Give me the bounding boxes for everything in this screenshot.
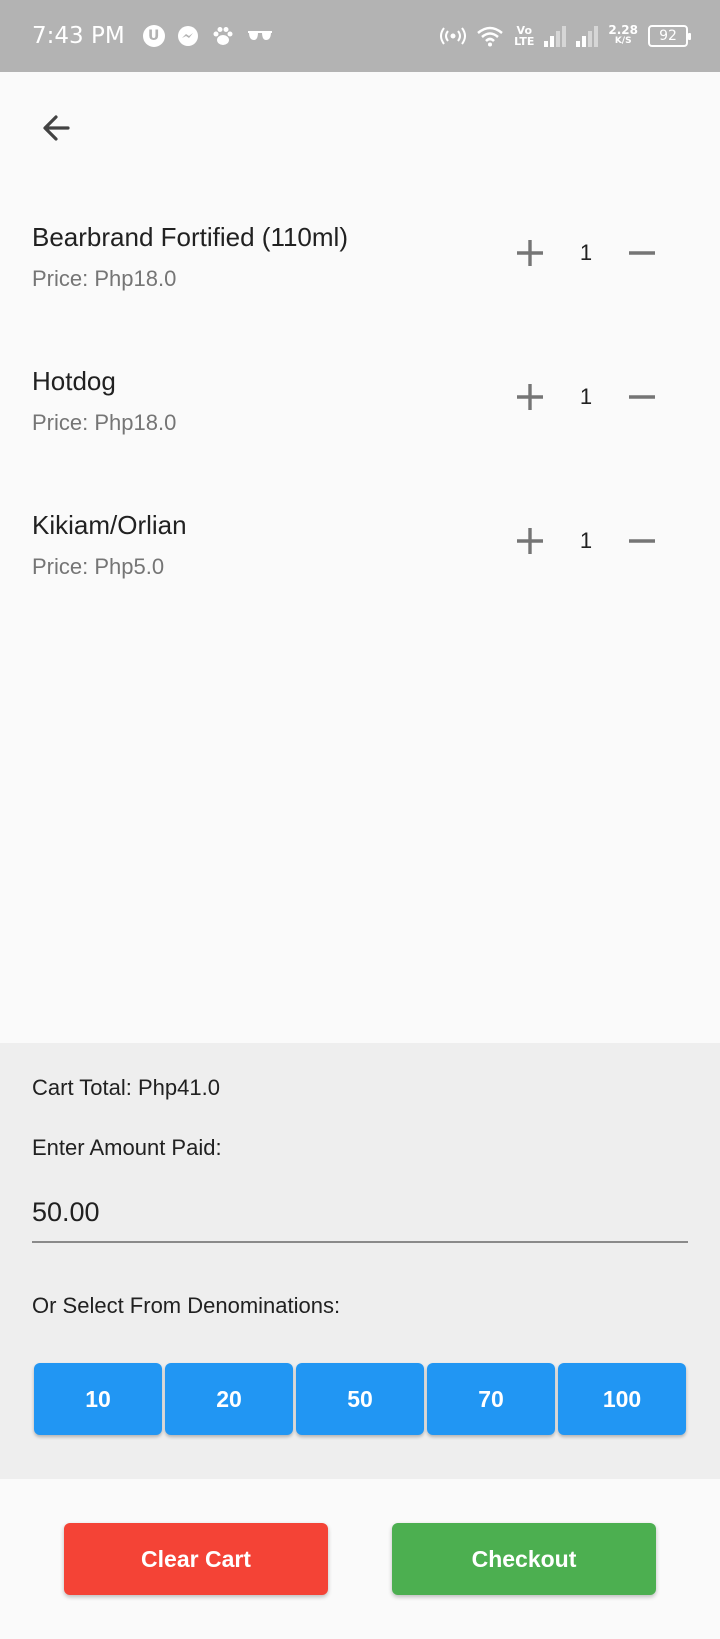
- item-price: Price: Php18.0: [32, 266, 177, 291]
- denomination-button[interactable]: 100: [558, 1363, 686, 1435]
- back-button[interactable]: [32, 104, 80, 152]
- cart-list: Bearbrand Fortified (110ml) Price: Php18…: [0, 210, 720, 642]
- signal-1-icon: [544, 25, 567, 47]
- decrease-quantity-button[interactable]: [624, 523, 660, 559]
- u-circle-icon: U: [142, 25, 165, 47]
- messenger-icon: [177, 25, 199, 47]
- quantity-value: 1: [579, 240, 593, 265]
- clear-cart-button[interactable]: Clear Cart: [64, 1523, 328, 1595]
- arrow-left-icon: [43, 115, 70, 141]
- decrease-quantity-button[interactable]: [624, 235, 660, 271]
- item-price: Price: Php18.0: [32, 410, 177, 435]
- volte-indicator: Vo LTE: [514, 25, 534, 47]
- checkout-button[interactable]: Checkout: [392, 1523, 656, 1595]
- battery-level: 92: [659, 28, 677, 44]
- denomination-button[interactable]: 70: [427, 1363, 555, 1435]
- minus-icon: [629, 251, 655, 255]
- item-price: Price: Php5.0: [32, 554, 165, 579]
- sunglasses-icon: [247, 29, 273, 43]
- payment-panel: Cart Total: Php41.0 Enter Amount Paid: O…: [0, 1043, 720, 1479]
- battery-icon: 92: [648, 25, 691, 47]
- item-name: Kikiam/Orlian: [32, 510, 187, 540]
- status-left: 7:43 PM U: [32, 23, 273, 49]
- quantity-stepper: 1: [512, 516, 660, 566]
- denomination-button[interactable]: 20: [165, 1363, 293, 1435]
- minus-icon: [629, 395, 655, 399]
- denominations-label: Or Select From Denominations:: [32, 1293, 341, 1318]
- item-name: Hotdog: [32, 366, 116, 396]
- increase-quantity-button[interactable]: [512, 379, 548, 415]
- quantity-value: 1: [579, 384, 593, 409]
- denominations-row: 10 20 50 70 100: [34, 1363, 686, 1435]
- wifi-icon: [476, 25, 504, 47]
- signal-2-icon: [576, 25, 599, 47]
- status-right: Vo LTE 2.28 K/S 92: [440, 23, 691, 47]
- quantity-value: 1: [579, 528, 593, 553]
- cart-item: Kikiam/Orlian Price: Php5.0 1: [0, 498, 720, 642]
- plus-icon: [517, 528, 543, 554]
- hotspot-icon: [440, 26, 467, 46]
- item-name: Bearbrand Fortified (110ml): [32, 222, 348, 252]
- quantity-stepper: 1: [512, 228, 660, 278]
- network-speed-unit: K/S: [614, 36, 632, 46]
- decrease-quantity-button[interactable]: [624, 379, 660, 415]
- minus-icon: [629, 539, 655, 543]
- cart-item: Bearbrand Fortified (110ml) Price: Php18…: [0, 210, 720, 354]
- plus-icon: [517, 240, 543, 266]
- cart-total: Cart Total: Php41.0: [32, 1075, 220, 1100]
- volte-bottom: LTE: [514, 35, 535, 48]
- denomination-button[interactable]: 50: [296, 1363, 424, 1435]
- increase-quantity-button[interactable]: [512, 235, 548, 271]
- amount-paid-label: Enter Amount Paid:: [32, 1135, 222, 1160]
- cart-item: Hotdog Price: Php18.0 1: [0, 354, 720, 498]
- denomination-button[interactable]: 10: [34, 1363, 162, 1435]
- status-bar: 7:43 PM U Vo LTE 2.28 K/S 92: [0, 0, 720, 72]
- amount-paid-input[interactable]: [32, 1183, 688, 1243]
- quantity-stepper: 1: [512, 372, 660, 422]
- status-time: 7:43 PM: [32, 23, 125, 49]
- increase-quantity-button[interactable]: [512, 523, 548, 559]
- paw-icon: [211, 25, 235, 47]
- network-speed: 2.28 K/S: [608, 23, 638, 47]
- plus-icon: [517, 384, 543, 410]
- network-speed-value: 2.28: [608, 23, 638, 37]
